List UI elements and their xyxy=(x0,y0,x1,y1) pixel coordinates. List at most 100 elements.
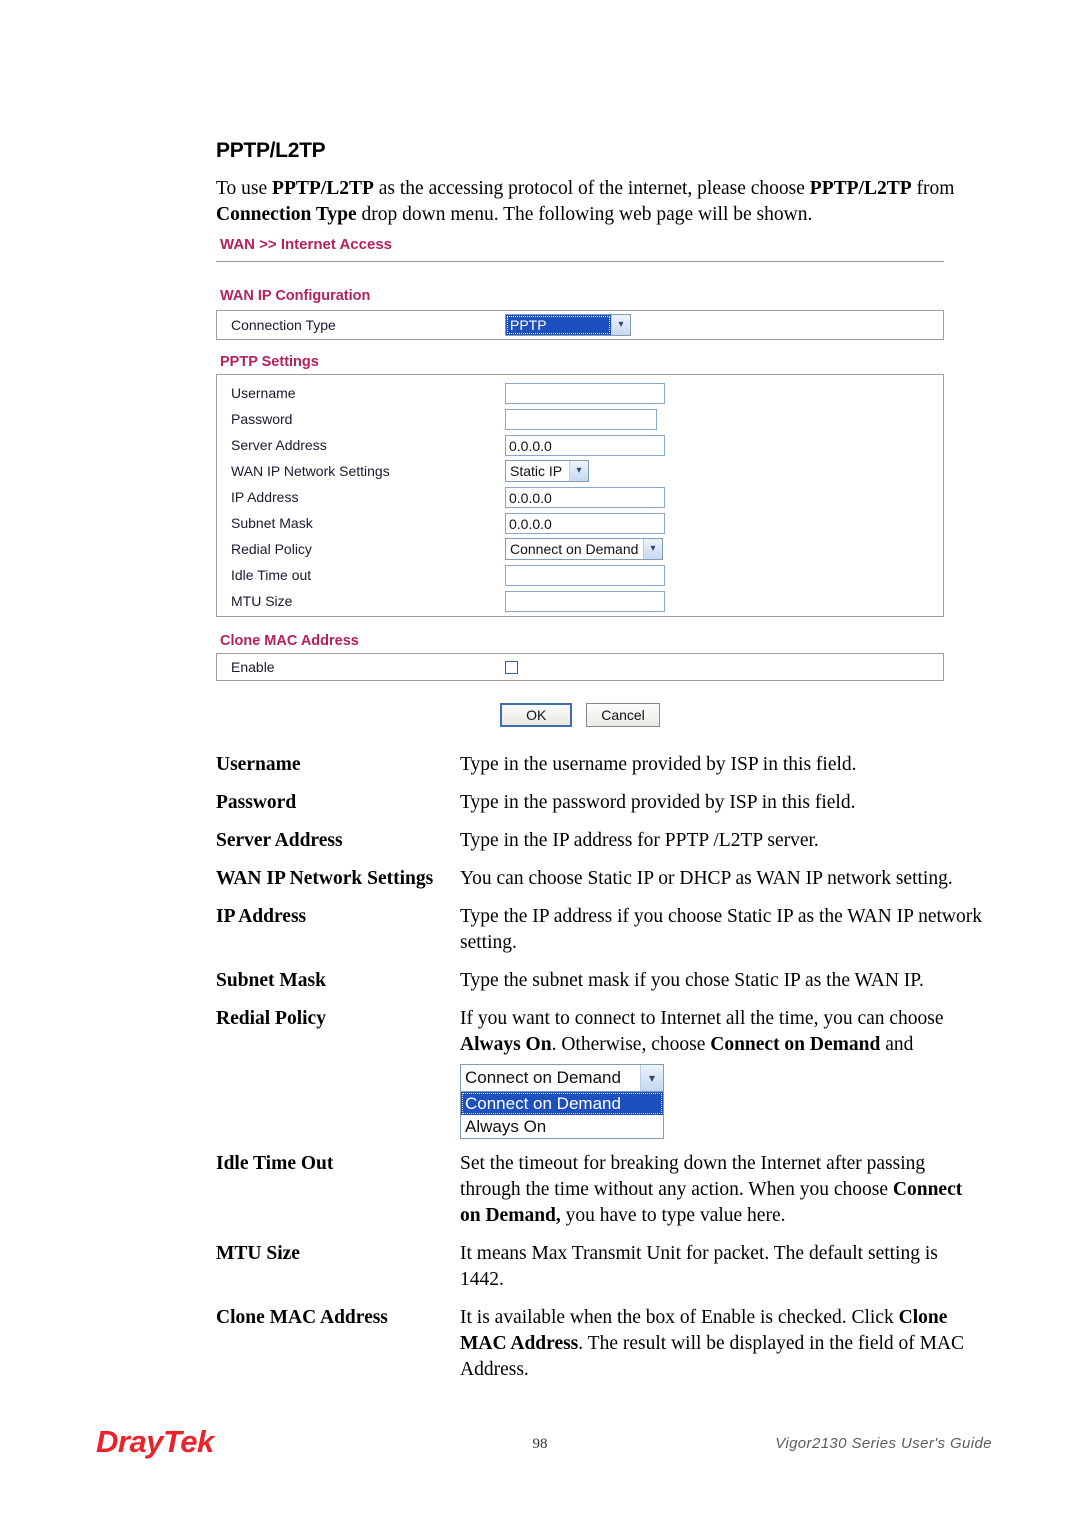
pptp-field-row: Redial Policy Connect on Demand ▾ xyxy=(217,536,943,562)
redial-policy-option[interactable]: Connect on Demand xyxy=(461,1092,663,1115)
description-term: Subnet Mask xyxy=(216,970,326,991)
description-row: Clone MAC Address It is available when th… xyxy=(216,1305,986,1383)
redial-policy-select[interactable]: Connect on Demand ▾ xyxy=(460,1064,664,1092)
wan-ip-network-settings-value: Static IP xyxy=(510,463,563,479)
clone-mac-address-panel: Enable xyxy=(216,653,944,681)
ok-button[interactable]: OK xyxy=(500,703,573,727)
body-text: To use xyxy=(216,178,273,199)
ip-address-input[interactable]: 0.0.0.0 xyxy=(505,486,665,508)
body-text: Type the subnet mask if you chose Static… xyxy=(460,970,924,991)
body-text: you have to type value here. xyxy=(560,1205,786,1226)
section-title-wan-ip-configuration: WAN IP Configuration xyxy=(220,288,371,304)
redial-policy-selected-value: Connect on Demand xyxy=(465,1068,621,1087)
password-input[interactable] xyxy=(505,408,657,430)
mtu-size-input[interactable] xyxy=(505,590,665,612)
description-text: Type the IP address if you choose Static… xyxy=(460,904,986,956)
description-paragraph: Type in the password provided by ISP in … xyxy=(460,790,986,816)
server-address-input[interactable]: 0.0.0.0 xyxy=(505,434,665,456)
pptp-field-row: IP Address 0.0.0.0 xyxy=(217,484,943,510)
field-label-server-address: Server Address xyxy=(231,437,327,453)
description-row: MTU Size It means Max Transmit Unit for p… xyxy=(216,1241,986,1293)
description-term: Server Address xyxy=(216,830,343,851)
description-term: IP Address xyxy=(216,906,307,927)
redial-policy-dropdown-figure: Connect on Demand ▾ Connect on Demand Alway… xyxy=(460,1064,664,1139)
chevron-down-icon: ▾ xyxy=(569,461,588,481)
connection-type-select[interactable]: PPTP ▾ xyxy=(505,314,631,336)
description-row: Idle Time Out Set the timeout for breakin… xyxy=(216,1151,986,1229)
field-label-idle-time-out: Idle Time out xyxy=(231,567,312,583)
field-label-redial-policy: Redial Policy xyxy=(231,541,312,557)
body-text: It is available when the box of Enable i… xyxy=(460,1307,899,1328)
pptp-field-row: Username xyxy=(217,380,943,406)
chevron-down-icon: ▾ xyxy=(643,539,662,559)
body-text: Type in the username provided by ISP in … xyxy=(460,754,857,775)
description-row: Password Type in the password provided by… xyxy=(216,790,986,816)
field-label-mtu-size: MTU Size xyxy=(231,593,293,609)
emphasis-text: PPTP/L2TP xyxy=(272,178,374,199)
redial-policy-value: Connect on Demand xyxy=(510,541,639,557)
description-term: MTU Size xyxy=(216,1243,300,1264)
description-text: Type in the password provided by ISP in … xyxy=(460,790,986,816)
breadcrumb: WAN >> Internet Access xyxy=(220,236,393,253)
description-paragraph: If you want to connect to Internet all t… xyxy=(460,1006,986,1058)
redial-policy-option-list[interactable]: Connect on Demand Always On xyxy=(460,1092,664,1139)
emphasis-text: Always On xyxy=(460,1034,552,1055)
description-paragraph: Type in the IP address for PPTP /L2TP se… xyxy=(460,828,986,854)
description-term: Idle Time Out xyxy=(216,1153,334,1174)
description-row: Server Address Type in the IP address for… xyxy=(216,828,986,854)
description-paragraph: Type the subnet mask if you chose Static… xyxy=(460,968,986,994)
section-title-clone-mac-address: Clone MAC Address xyxy=(220,633,359,649)
pptp-settings-panel: Username Password Server Address 0.0.0.0 WAN… xyxy=(216,374,944,617)
wan-ip-network-settings-select[interactable]: Static IP ▾ xyxy=(505,460,589,482)
description-paragraph: It means Max Transmit Unit for packet. T… xyxy=(460,1241,986,1293)
description-term: WAN IP Network Settings xyxy=(216,868,434,889)
body-text: Set the timeout for breaking down the In… xyxy=(460,1153,926,1200)
description-text: You can choose Static IP or DHCP as WAN … xyxy=(460,866,986,892)
field-label-wan-ip-network-settings: WAN IP Network Settings xyxy=(231,463,390,479)
description-paragraph: It is available when the box of Enable i… xyxy=(460,1305,986,1383)
idle-time-out-input[interactable] xyxy=(505,564,665,586)
router-ui-screenshot: WAN >> Internet Access WAN IP Configurat… xyxy=(216,236,944,727)
description-row: Redial Policy If you want to connect to I… xyxy=(216,1006,986,1139)
pptp-field-row: WAN IP Network Settings Static IP ▾ xyxy=(217,458,943,484)
clone-mac-enable-checkbox[interactable] xyxy=(505,660,518,674)
cancel-button[interactable]: Cancel xyxy=(586,703,660,727)
pptp-field-row: MTU Size xyxy=(217,588,943,614)
description-row: Subnet Mask Type the subnet mask if you c… xyxy=(216,968,986,994)
body-text: . Otherwise, choose xyxy=(551,1034,711,1055)
description-paragraph: Type in the username provided by ISP in … xyxy=(460,752,986,778)
field-label-password: Password xyxy=(231,411,293,427)
description-term: Redial Policy xyxy=(216,1008,326,1029)
description-text: It means Max Transmit Unit for packet. T… xyxy=(460,1241,986,1293)
redial-policy-select[interactable]: Connect on Demand ▾ xyxy=(505,538,663,560)
field-label-username: Username xyxy=(231,385,296,401)
description-text: Type in the username provided by ISP in … xyxy=(460,752,986,778)
pptp-field-row: Password xyxy=(217,406,943,432)
guide-title: Vigor2130 Series User's Guide xyxy=(775,1435,992,1452)
emphasis-text: PPTP/L2TP xyxy=(809,178,912,199)
connection-type-label: Connection Type xyxy=(231,317,336,333)
wan-ip-configuration-panel: Connection Type PPTP ▾ xyxy=(216,310,944,340)
clone-mac-enable-label: Enable xyxy=(231,659,275,675)
body-text: from xyxy=(911,178,955,199)
body-text: and xyxy=(880,1034,914,1055)
description-text: Type the subnet mask if you chose Static… xyxy=(460,968,986,994)
description-paragraph: You can choose Static IP or DHCP as WAN … xyxy=(460,866,986,892)
body-text: You can choose Static IP or DHCP as WAN … xyxy=(460,868,953,889)
field-label-subnet-mask: Subnet Mask xyxy=(231,515,313,531)
description-term: Clone MAC Address xyxy=(216,1307,388,1328)
description-term: Password xyxy=(216,792,297,813)
redial-policy-option[interactable]: Always On xyxy=(461,1115,663,1138)
chevron-down-icon: ▾ xyxy=(611,315,630,335)
pptp-field-row: Server Address 0.0.0.0 xyxy=(217,432,943,458)
description-paragraph: Set the timeout for breaking down the In… xyxy=(460,1151,986,1229)
description-text: It is available when the box of Enable i… xyxy=(460,1305,986,1383)
username-input[interactable] xyxy=(505,382,665,404)
description-paragraph: Type the IP address if you choose Static… xyxy=(460,904,986,956)
pptp-field-row: Subnet Mask 0.0.0.0 xyxy=(217,510,943,536)
chevron-down-icon: ▾ xyxy=(640,1065,663,1091)
description-row: WAN IP Network Settings You can choose St… xyxy=(216,866,986,892)
description-text: Type in the IP address for PPTP /L2TP se… xyxy=(460,828,986,854)
subnet-mask-input[interactable]: 0.0.0.0 xyxy=(505,512,665,534)
body-text: Type in the IP address for PPTP /L2TP se… xyxy=(460,830,819,851)
